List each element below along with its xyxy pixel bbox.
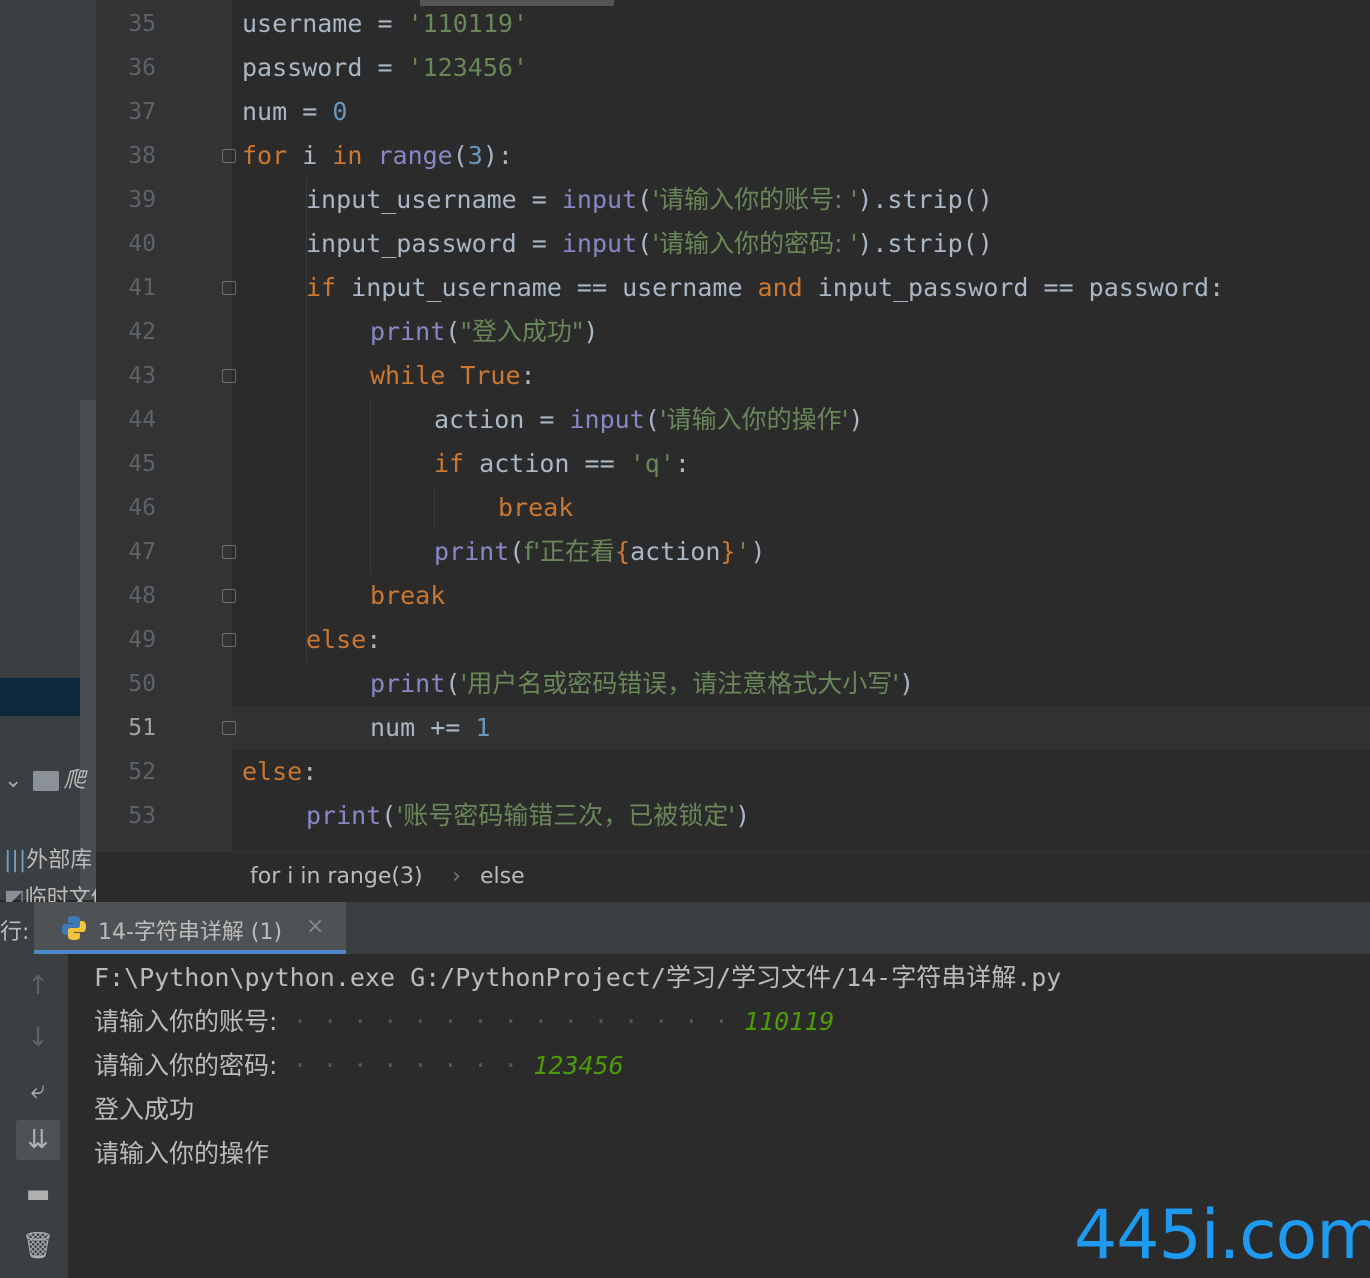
project-item-scratches[interactable]: ◩临时文件: [4, 880, 96, 902]
line-number: 50: [128, 671, 156, 697]
project-item-label: 爬: [63, 768, 86, 793]
line-number: 40: [128, 231, 156, 257]
user-input: 123456: [533, 1051, 624, 1080]
fold-marker-icon[interactable]: [222, 589, 236, 603]
line-number: 48: [128, 583, 156, 609]
up-arrow-icon[interactable]: ↑: [16, 966, 60, 1006]
code-line-current[interactable]: num += 1: [370, 706, 490, 750]
line-number: 44: [128, 407, 156, 433]
code-line[interactable]: print(f'正在看{action}'): [434, 530, 766, 574]
breadcrumb-item[interactable]: else: [480, 864, 525, 889]
fold-marker-icon[interactable]: [222, 281, 236, 295]
code-line[interactable]: if input_username == username and input_…: [306, 266, 1224, 310]
line-number: 42: [128, 319, 156, 345]
code-line[interactable]: input_username = input('请输入你的账号: ').stri…: [306, 178, 993, 222]
breadcrumb-item[interactable]: for i in range(3): [250, 864, 423, 889]
code-line[interactable]: print("登入成功"): [370, 310, 598, 354]
line-number-current: 51: [128, 715, 156, 741]
project-item-folder[interactable]: ⌄ 爬: [4, 762, 96, 794]
run-tab-title: 14-字符串详解 (1): [98, 920, 283, 945]
project-selected-row[interactable]: [0, 678, 80, 716]
code-line[interactable]: username = '110119': [242, 2, 528, 46]
user-input: 110119: [744, 1007, 835, 1036]
breadcrumb-separator: ›: [452, 864, 461, 889]
code-line[interactable]: while True:: [370, 354, 536, 398]
fold-marker-icon[interactable]: [222, 721, 236, 735]
code-line[interactable]: num = 0: [242, 90, 347, 134]
line-number: 39: [128, 187, 156, 213]
fold-marker-icon[interactable]: [222, 369, 236, 383]
project-item-label: 临时文件: [24, 886, 96, 902]
line-number: 53: [128, 803, 156, 829]
code-line[interactable]: break: [370, 574, 445, 618]
console-line: 请输入你的密码: · · · · · · · · 123456: [94, 1051, 624, 1080]
console-command: F:\Python\python.exe G:/PythonProject/学习…: [94, 963, 1062, 992]
down-arrow-icon[interactable]: ↓: [16, 1018, 60, 1058]
watermark-logo: 445i.com: [1074, 1196, 1370, 1275]
line-number: 35: [128, 11, 156, 37]
console-line: 请输入你的账号: · · · · · · · · · · · · · · · 1…: [94, 1007, 835, 1036]
code-line[interactable]: else:: [242, 750, 317, 794]
line-number: 38: [128, 143, 156, 169]
code-line[interactable]: if action == 'q':: [434, 442, 690, 486]
console-line: 请输入你的操作: [94, 1139, 270, 1168]
code-line[interactable]: break: [498, 486, 573, 530]
line-number: 49: [128, 627, 156, 653]
code-line[interactable]: input_password = input('请输入你的密码: ').stri…: [306, 222, 993, 266]
line-number: 37: [128, 99, 156, 125]
line-number: 47: [128, 539, 156, 565]
code-line[interactable]: password = '123456': [242, 46, 528, 90]
project-panel-scrollbar[interactable]: [80, 400, 96, 900]
scroll-to-end-icon[interactable]: ⇊: [16, 1120, 60, 1160]
code-line[interactable]: else:: [306, 618, 381, 662]
line-number: 45: [128, 451, 156, 477]
console-line: 登入成功: [94, 1095, 195, 1124]
run-label: 行:: [0, 920, 30, 945]
code-line[interactable]: action = input('请输入你的操作'): [434, 398, 864, 442]
python-icon: [60, 914, 88, 942]
line-number: 36: [128, 55, 156, 81]
project-item-label: 外部库: [26, 848, 93, 873]
code-line[interactable]: for i in range(3):: [242, 134, 513, 178]
code-line[interactable]: print('用户名或密码错误，请注意格式大小写'): [370, 662, 914, 706]
fold-marker-icon[interactable]: [222, 545, 236, 559]
folder-icon: [33, 771, 60, 791]
library-icon: |||: [4, 848, 27, 873]
soft-wrap-icon[interactable]: ⤶: [16, 1070, 60, 1110]
close-icon[interactable]: ×: [306, 914, 324, 939]
print-icon[interactable]: ▬: [16, 1174, 60, 1214]
trash-icon[interactable]: 🗑: [16, 1226, 60, 1266]
chevron-down-icon[interactable]: ⌄: [4, 768, 22, 793]
line-number: 52: [128, 759, 156, 785]
line-number: 46: [128, 495, 156, 521]
project-item-external-libs[interactable]: |||外部库: [4, 842, 96, 874]
fold-marker-icon[interactable]: [222, 633, 236, 647]
code-line[interactable]: print('账号密码输错三次，已被锁定'): [306, 794, 750, 838]
scratch-icon: ◩: [4, 886, 25, 902]
line-number: 43: [128, 363, 156, 389]
fold-marker-icon[interactable]: [222, 149, 236, 163]
line-number: 41: [128, 275, 156, 301]
